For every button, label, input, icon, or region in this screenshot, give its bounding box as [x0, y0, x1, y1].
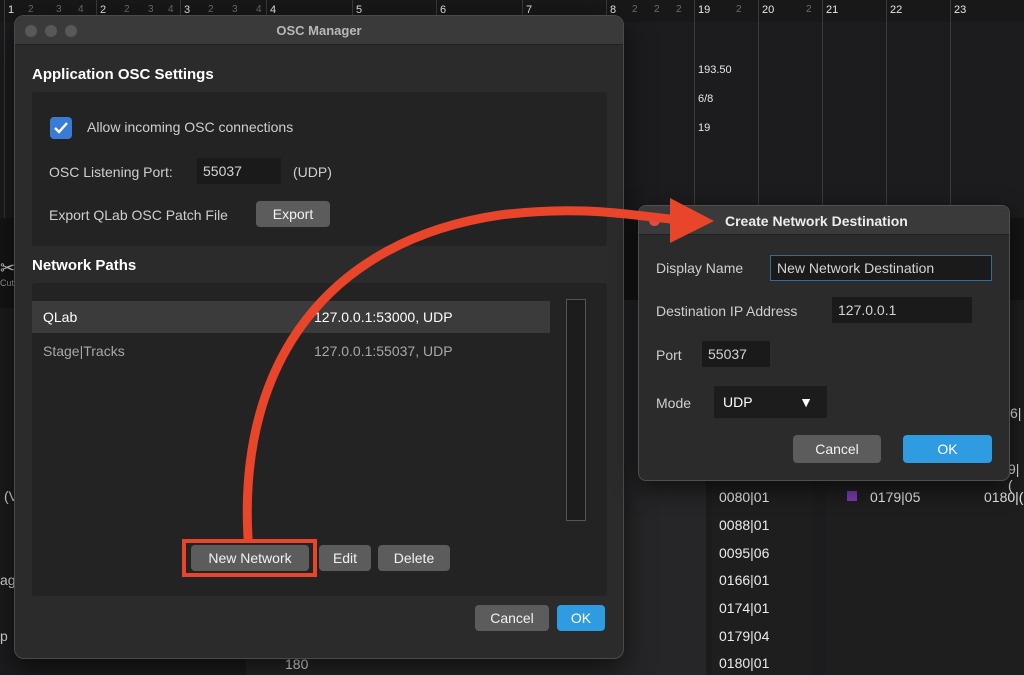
annotation-arrow: [242, 198, 714, 543]
